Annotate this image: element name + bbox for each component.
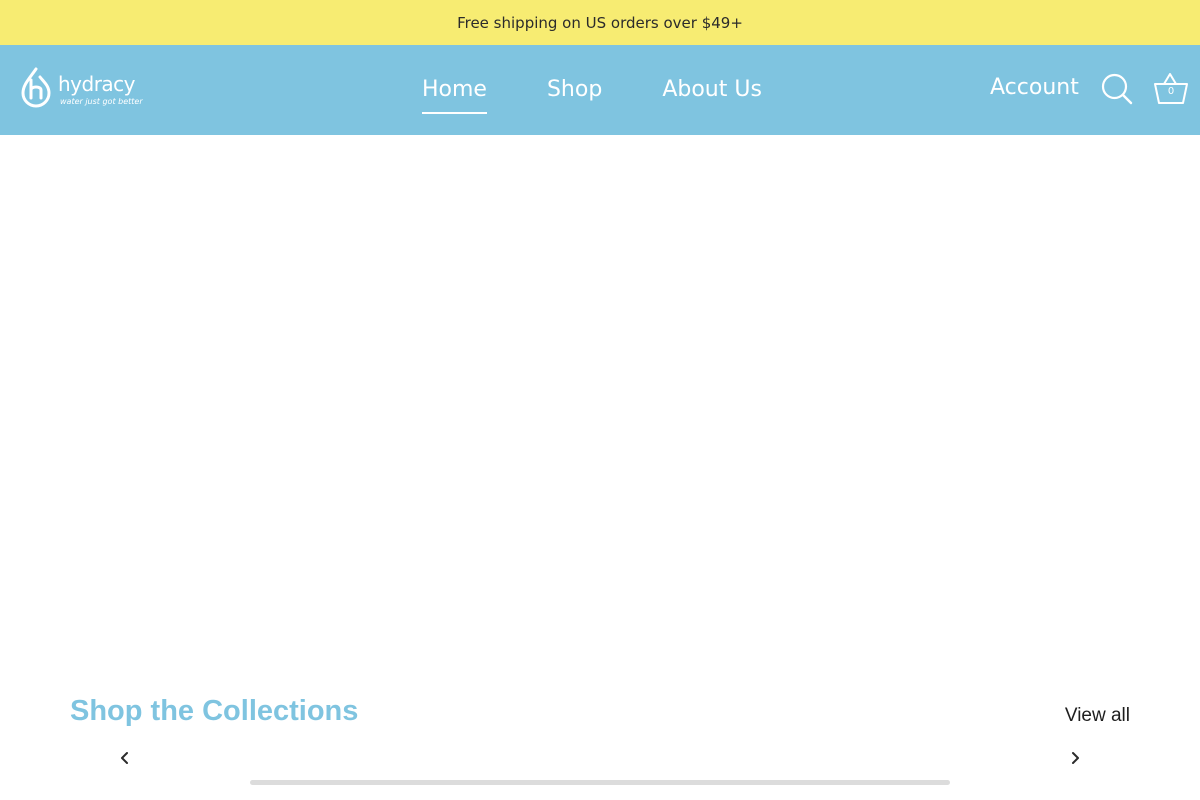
- view-all-link[interactable]: View all: [1065, 705, 1130, 727]
- chevron-right-icon[interactable]: [1065, 748, 1085, 768]
- account-link[interactable]: Account: [990, 77, 1079, 99]
- chevron-left-icon[interactable]: [115, 748, 135, 768]
- main-nav: Home Shop About Us: [392, 45, 792, 135]
- nav-shop[interactable]: Shop: [547, 77, 602, 103]
- site-header: hydracy water just got better Home Shop …: [0, 45, 1200, 135]
- cart-button[interactable]: 0: [1152, 71, 1190, 107]
- search-icon[interactable]: [1100, 72, 1134, 106]
- nav-about-us[interactable]: About Us: [662, 77, 762, 103]
- logo-link[interactable]: hydracy water just got better: [20, 65, 152, 113]
- logo-wordmark: hydracy: [58, 72, 136, 96]
- logo-tagline: water just got better: [60, 97, 143, 106]
- nav-home[interactable]: Home: [422, 77, 487, 114]
- water-drop-logo-icon: [21, 67, 51, 108]
- cart-count: 0: [1167, 86, 1175, 97]
- announcement-text: Free shipping on US orders over $49+: [457, 13, 743, 32]
- hero-banner: [0, 135, 1200, 665]
- announcement-bar: Free shipping on US orders over $49+: [0, 0, 1200, 45]
- collections-heading: Shop the Collections: [70, 695, 359, 727]
- carousel-scrollbar[interactable]: [250, 780, 950, 785]
